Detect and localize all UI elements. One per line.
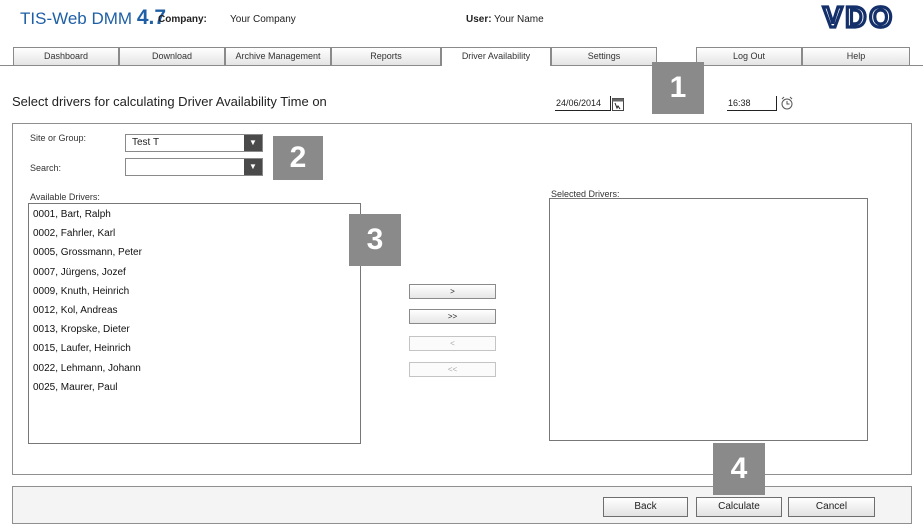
clock-icon[interactable] [780,96,794,110]
available-drivers-list[interactable]: 0001, Bart, Ralph 0002, Fahrler, Karl 00… [28,203,361,444]
list-item[interactable]: 0012, Kol, Andreas [29,301,360,320]
list-item[interactable]: 0015, Laufer, Heinrich [29,339,360,358]
vdo-logo-text: VDO [823,4,895,30]
list-item[interactable]: 0009, Knuth, Heinrich [29,282,360,301]
list-item[interactable]: 0001, Bart, Ralph [29,205,360,224]
chevron-down-icon[interactable]: ▼ [244,135,262,151]
cancel-button[interactable]: Cancel [788,497,875,517]
time-field[interactable]: 16:38 [727,96,777,111]
search-label: Search: [30,163,62,173]
company-value: Your Company [230,14,296,25]
calculate-button[interactable]: Calculate [696,497,782,517]
list-item[interactable]: 0025, Maurer, Paul [29,378,360,397]
back-button[interactable]: Back [603,497,688,517]
tab-settings[interactable]: Settings [551,47,657,65]
tab-driver-availability[interactable]: Driver Availability [441,47,551,66]
list-item[interactable]: 0007, Jürgens, Jozef [29,263,360,282]
search-select[interactable]: ▼ [125,158,263,176]
tab-log-out[interactable]: Log Out [696,47,802,65]
selected-drivers-list[interactable] [549,198,868,441]
site-group-select[interactable]: Test T ▼ [125,134,263,152]
site-group-label: Site or Group: [30,133,87,143]
main-nav: Dashboard Download Archive Management Re… [0,44,923,66]
app-title: TIS-Web DMM 4.7 [20,6,166,30]
chevron-down-icon[interactable]: ▼ [244,159,262,175]
list-item[interactable]: 0005, Grossmann, Peter [29,243,360,262]
tab-download[interactable]: Download [119,47,225,65]
marker-2: 2 [273,136,323,180]
tab-reports[interactable]: Reports [331,47,441,65]
remove-all-drivers-button[interactable]: << [409,362,496,377]
marker-4: 4 [713,443,765,495]
app-name: TIS-Web DMM [20,9,133,28]
tab-archive-management[interactable]: Archive Management [225,47,331,65]
add-all-drivers-button[interactable]: >> [409,309,496,324]
vdo-logo: VDO [821,4,895,30]
page-heading: Select drivers for calculating Driver Av… [12,94,327,109]
calendar-icon[interactable] [612,97,624,111]
tab-help[interactable]: Help [802,47,910,65]
tab-dashboard[interactable]: Dashboard [13,47,119,65]
remove-driver-button[interactable]: < [409,336,496,351]
app-header: TIS-Web DMM 4.7 Company: Your Company Us… [0,0,923,44]
add-driver-button[interactable]: > [409,284,496,299]
list-item[interactable]: 0002, Fahrler, Karl [29,224,360,243]
company-label: Company: [158,14,207,25]
user-label: User: [466,14,492,25]
available-drivers-label: Available Drivers: [30,192,100,202]
marker-1: 1 [652,62,704,114]
marker-3: 3 [349,214,401,266]
list-item[interactable]: 0022, Lehmann, Johann [29,359,360,378]
date-field[interactable]: 24/06/2014 [555,96,611,111]
site-group-value: Test T [132,137,160,148]
list-item[interactable]: 0013, Kropske, Dieter [29,320,360,339]
user-value: Your Name [494,14,544,25]
